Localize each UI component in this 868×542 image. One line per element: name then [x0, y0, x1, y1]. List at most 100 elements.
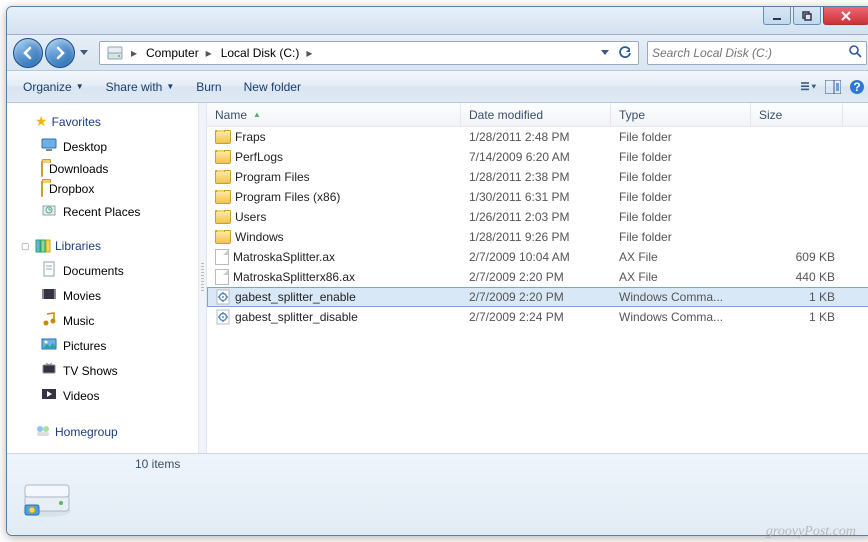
sidebar-item-desktop[interactable]: Desktop [7, 134, 198, 159]
homegroup-group[interactable]: Homegroup [7, 418, 198, 445]
libraries-icon [35, 238, 51, 254]
file-name: Fraps [235, 130, 266, 144]
cmd-icon [215, 289, 231, 305]
drive-icon [106, 44, 124, 62]
navigation-pane: ★Favorites Desktop Downloads DropboxRecent… [7, 103, 199, 453]
sidebar-item-music[interactable]: Music [7, 308, 198, 333]
close-button[interactable] [823, 7, 868, 25]
item-label: Music [63, 314, 94, 328]
column-date[interactable]: Date modified [461, 103, 611, 126]
breadcrumb-computer[interactable]: Computer [140, 42, 203, 64]
file-name: MatroskaSplitter.ax [233, 250, 335, 264]
preview-pane-button[interactable] [825, 79, 841, 95]
caret-down-icon: ▼ [166, 82, 174, 91]
item-label: Desktop [63, 140, 107, 154]
view-options-button[interactable] [801, 79, 817, 95]
file-type: AX File [611, 270, 751, 284]
help-button[interactable]: ? [849, 79, 865, 95]
sidebar-item-recent-places[interactable]: Recent Places [7, 199, 198, 224]
file-type: Windows Comma... [611, 310, 751, 324]
svg-text:?: ? [853, 80, 860, 94]
sidebar-item-downloads[interactable]: Downloads [7, 159, 198, 179]
organize-button[interactable]: Organize▼ [15, 76, 92, 98]
details-pane: 10 items [7, 453, 868, 535]
cmd-icon [215, 309, 231, 325]
file-row[interactable]: gabest_splitter_disable2/7/2009 2:24 PMW… [207, 307, 868, 327]
burn-button[interactable]: Burn [188, 76, 229, 98]
file-list-pane: Name▲ Date modified Type Size Fraps 1/28/… [207, 103, 868, 453]
search-input[interactable] [652, 46, 848, 60]
file-date: 1/30/2011 6:31 PM [461, 190, 611, 204]
file-row[interactable]: Program Files (x86)1/30/2011 6:31 PMFile… [207, 187, 868, 207]
item-label: Videos [63, 389, 99, 403]
chevron-right-icon[interactable]: ▸ [203, 46, 215, 60]
folder-icon [215, 230, 231, 244]
chevron-right-icon[interactable]: ▸ [128, 46, 140, 60]
sidebar-item-tv-shows[interactable]: TV Shows [7, 358, 198, 383]
file-type: File folder [611, 130, 751, 144]
search-icon[interactable] [848, 44, 862, 61]
homegroup-icon [35, 422, 51, 441]
file-row[interactable]: gabest_splitter_enable2/7/2009 2:20 PMWi… [207, 287, 868, 307]
address-bar: ▸ Computer ▸ Local Disk (C:) ▸ [7, 35, 868, 71]
share-with-button[interactable]: Share with▼ [98, 76, 183, 98]
item-icon [41, 137, 57, 156]
file-name: PerfLogs [235, 150, 283, 164]
folder-icon [215, 170, 231, 184]
new-folder-button[interactable]: New folder [236, 76, 309, 98]
file-size: 1 KB [751, 310, 843, 324]
item-label: TV Shows [63, 364, 118, 378]
file-name: Program Files [235, 170, 310, 184]
file-row[interactable]: MatroskaSplitter.ax 2/7/2009 10:04 AMAX F… [207, 247, 868, 267]
column-size[interactable]: Size [751, 103, 843, 126]
content-area: ★Favorites Desktop Downloads DropboxRecent… [7, 103, 868, 453]
folder-icon [215, 190, 231, 204]
forward-button[interactable] [45, 38, 75, 68]
sidebar-item-dropbox[interactable]: Dropbox [7, 179, 198, 199]
file-row[interactable]: Windows1/28/2011 9:26 PMFile folder [207, 227, 868, 247]
file-icon [215, 269, 229, 285]
item-icon [41, 386, 57, 405]
nav-history-dropdown[interactable] [77, 38, 91, 68]
item-label: Movies [63, 289, 101, 303]
breadcrumb[interactable]: ▸ Computer ▸ Local Disk (C:) ▸ [99, 41, 639, 65]
nav-buttons [13, 38, 91, 68]
sidebar-item-pictures[interactable]: Pictures [7, 333, 198, 358]
column-name[interactable]: Name▲ [207, 103, 461, 126]
file-name: Windows [235, 230, 284, 244]
chevron-right-icon[interactable]: ▸ [303, 46, 315, 60]
column-type[interactable]: Type [611, 103, 751, 126]
refresh-button[interactable] [616, 44, 634, 62]
breadcrumb-localdisk[interactable]: Local Disk (C:) [215, 42, 304, 64]
folder-icon [215, 210, 231, 224]
file-name: Program Files (x86) [235, 190, 340, 204]
file-row[interactable]: Program Files1/28/2011 2:38 PMFile folde… [207, 167, 868, 187]
file-date: 2/7/2009 10:04 AM [461, 250, 611, 264]
command-bar: Organize▼ Share with▼ Burn New folder ? [7, 71, 868, 103]
search-box[interactable] [647, 41, 867, 65]
item-icon [41, 202, 57, 221]
caret-down-icon: ▼ [76, 82, 84, 91]
file-row[interactable]: Fraps 1/28/2011 2:48 PMFile folder [207, 127, 868, 147]
file-date: 7/14/2009 6:20 AM [461, 150, 611, 164]
sidebar-item-movies[interactable]: Movies [7, 283, 198, 308]
sidebar-item-videos[interactable]: Videos [7, 383, 198, 408]
file-type: File folder [611, 170, 751, 184]
file-row[interactable]: MatroskaSplitterx86.ax2/7/2009 2:20 PMAX… [207, 267, 868, 287]
file-date: 1/28/2011 2:48 PM [461, 130, 611, 144]
minimize-button[interactable] [763, 7, 791, 25]
favorites-group[interactable]: ★Favorites [7, 109, 198, 134]
file-row[interactable]: Users1/26/2011 2:03 PMFile folder [207, 207, 868, 227]
back-button[interactable] [13, 38, 43, 68]
file-row[interactable]: PerfLogs7/14/2009 6:20 AMFile folder [207, 147, 868, 167]
libraries-group[interactable]: ▢Libraries [7, 234, 198, 258]
file-date: 2/7/2009 2:20 PM [461, 290, 611, 304]
drive-large-icon [19, 467, 75, 523]
titlebar [7, 7, 868, 35]
sidebar-item-documents[interactable]: Documents [7, 258, 198, 283]
breadcrumb-dropdown[interactable] [596, 44, 614, 62]
item-label: Downloads [49, 162, 108, 176]
pane-splitter[interactable] [199, 103, 207, 453]
maximize-button[interactable] [793, 7, 821, 25]
file-type: AX File [611, 250, 751, 264]
